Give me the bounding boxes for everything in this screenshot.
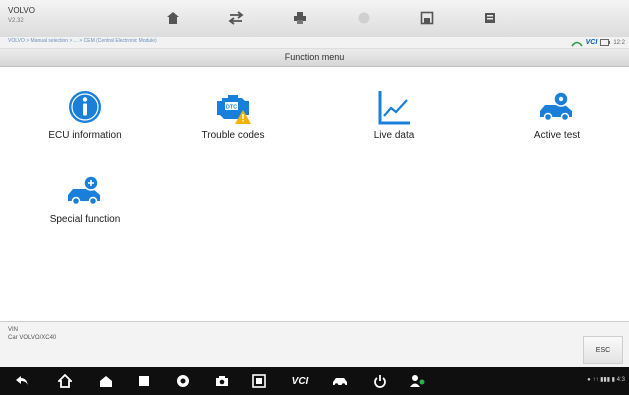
tile-trouble-codes[interactable]: DTC Trouble codes [168,87,298,159]
browser-icon [177,375,189,387]
vehicle-info: Car VOLVO/XC40 [8,335,57,341]
esc-button[interactable]: ESC [583,336,623,364]
vin-label: VIN [8,327,19,333]
battery-icon [600,39,611,46]
status-area: VCI 12:2 [570,37,625,48]
vehicle-icon [333,378,347,387]
breadcrumb-path[interactable]: VOLVO > Manual selection > ... > CEM (Ce… [8,38,157,44]
system-navbar: VCI ● ↑↑ ▮▮▮ ▮ 4:3 [0,367,629,395]
back-icon [16,376,28,386]
launcher-button[interactable] [98,373,114,389]
signal-icon [570,41,583,46]
menu-title: Function menu [284,52,345,62]
recent-apps-icon [139,376,149,386]
breadcrumb: VOLVO > Manual selection > ... > CEM (Ce… [0,37,629,49]
tile-label: ECU information [48,130,122,141]
system-status: ● ↑↑ ▮▮▮ ▮ 4:3 [587,377,625,383]
power-icon [374,375,386,388]
screenshot-icon [252,374,266,388]
launcher-icon [100,376,112,387]
tile-label: Active test [533,130,581,141]
vci-button[interactable]: VCI [288,373,312,389]
vci-icon: VCI [291,375,309,387]
data-logging-icon [485,13,495,23]
tile-special-function[interactable]: Special function [20,171,150,243]
vehicle-swap-icon [228,11,244,25]
data-logging-button[interactable] [481,9,499,27]
tile-label: Live data [373,130,415,141]
vehicle-button[interactable] [332,373,348,389]
function-grid: ECU information DTC Trouble codes Live d… [0,67,629,320]
tile-live-data[interactable]: Live data [329,87,459,159]
print-icon [294,12,306,24]
vci-status: VCI [585,39,598,46]
vehicle-swap-button[interactable] [227,9,245,27]
help-icon [358,12,370,24]
brand-name: VOLVO [8,6,35,15]
info-icon [69,91,101,123]
home-icon [167,12,179,24]
bottom-info-bar: VIN Car VOLVO/XC40 ESC [0,321,629,368]
home-button[interactable] [164,9,182,27]
power-button[interactable] [372,373,388,389]
camera-icon [216,376,228,386]
brand-block: VOLVO V2.32 [8,6,35,26]
engine-dtc-icon: DTC [217,95,251,124]
print-button[interactable] [291,9,309,27]
status-time: 12:2 [613,39,625,46]
save-icon [420,11,434,25]
car-test-icon [540,91,572,122]
camera-button[interactable] [214,373,230,389]
car-special-icon [68,175,100,206]
tile-label: Trouble codes [201,130,265,141]
tile-label: Special function [49,214,121,225]
menu-header: Function menu [0,49,629,67]
save-button[interactable] [418,9,436,27]
home-icon [58,374,72,388]
help-button[interactable] [355,9,373,27]
chart-line-icon [378,91,410,125]
tile-ecu-information[interactable]: ECU information [20,87,150,159]
recent-apps-button[interactable] [136,373,152,389]
svg-text:DTC: DTC [226,105,237,111]
home-nav-button[interactable] [57,373,73,389]
user-switch-button[interactable] [410,373,426,389]
browser-button[interactable] [175,373,191,389]
back-button[interactable] [14,373,30,389]
screenshot-button[interactable] [251,373,267,389]
user-switch-icon [410,375,425,387]
top-toolbar: VOLVO V2.32 [0,0,629,38]
brand-version: V2.32 [8,18,24,24]
tile-active-test[interactable]: Active test [492,87,622,159]
